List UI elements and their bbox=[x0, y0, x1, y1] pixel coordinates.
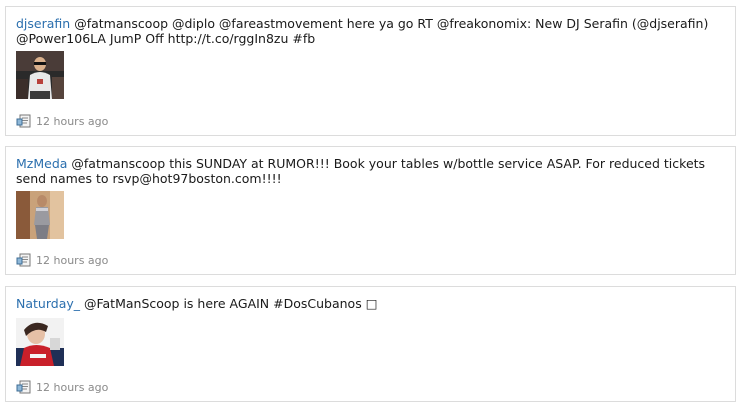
tweet-meta-icon bbox=[16, 380, 32, 394]
tweet-meta-icon bbox=[16, 114, 32, 128]
avatar[interactable] bbox=[16, 318, 64, 366]
tweet-meta-icon bbox=[16, 253, 32, 267]
tweet-timestamp[interactable]: 12 hours ago bbox=[36, 115, 108, 128]
tweet-meta: 12 hours ago bbox=[16, 380, 108, 394]
avatar-image bbox=[16, 51, 64, 99]
tweet-text: Naturday_ @FatManScoop is here AGAIN #Do… bbox=[16, 296, 721, 311]
tweet-item: Naturday_ @FatManScoop is here AGAIN #Do… bbox=[5, 286, 736, 402]
tweet-text: djserafin @fatmanscoop @diplo @fareastmo… bbox=[16, 16, 721, 46]
tweet-text: MzMeda @fatmanscoop this SUNDAY at RUMOR… bbox=[16, 156, 721, 186]
tweet-feed: djserafin @fatmanscoop @diplo @fareastmo… bbox=[0, 0, 745, 408]
tweet-username-link[interactable]: MzMeda bbox=[16, 156, 67, 171]
avatar-image bbox=[16, 191, 64, 239]
avatar[interactable] bbox=[16, 191, 64, 239]
tweet-body: @FatManScoop is here AGAIN #DosCubanos □ bbox=[80, 296, 378, 311]
avatar[interactable] bbox=[16, 51, 64, 99]
tweet-meta: 12 hours ago bbox=[16, 114, 108, 128]
avatar-image bbox=[16, 318, 64, 366]
tweet-timestamp[interactable]: 12 hours ago bbox=[36, 381, 108, 394]
tweet-body: @fatmanscoop @diplo @fareastmovement her… bbox=[16, 16, 709, 46]
tweet-item: MzMeda @fatmanscoop this SUNDAY at RUMOR… bbox=[5, 146, 736, 275]
tweet-meta: 12 hours ago bbox=[16, 253, 108, 267]
tweet-username-link[interactable]: djserafin bbox=[16, 16, 70, 31]
tweet-timestamp[interactable]: 12 hours ago bbox=[36, 254, 108, 267]
tweet-body: @fatmanscoop this SUNDAY at RUMOR!!! Boo… bbox=[16, 156, 706, 186]
tweet-item: djserafin @fatmanscoop @diplo @fareastmo… bbox=[5, 6, 736, 136]
tweet-username-link[interactable]: Naturday_ bbox=[16, 296, 80, 311]
